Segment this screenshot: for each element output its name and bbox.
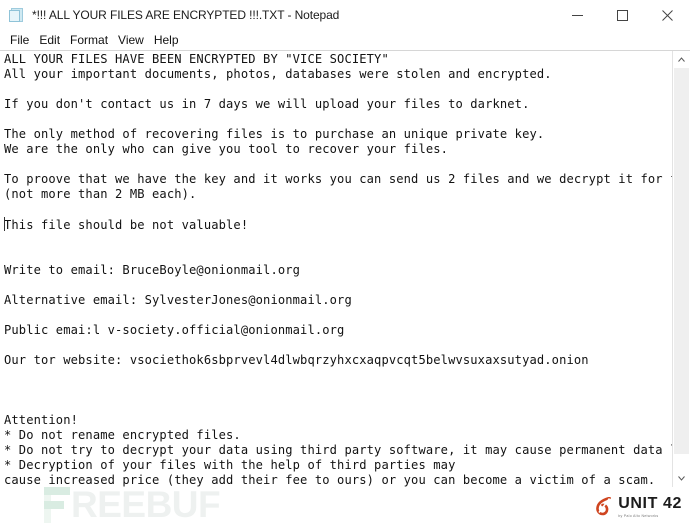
editor-area: ALL YOUR FILES HAVE BEEN ENCRYPTED BY "V… (0, 50, 690, 487)
chevron-up-icon (678, 57, 685, 62)
unit42-watermark: UNIT 42 by Palo Alto Networks (596, 496, 682, 519)
vertical-scrollbar[interactable] (672, 51, 690, 487)
menu-item-file[interactable]: File (5, 30, 34, 50)
scroll-up-button[interactable] (673, 51, 690, 68)
title-bar[interactable]: *!!! ALL YOUR FILES ARE ENCRYPTED !!!.TX… (0, 0, 690, 30)
menu-item-format[interactable]: Format (65, 30, 113, 50)
menu-item-view[interactable]: View (113, 30, 149, 50)
notepad-window: *!!! ALL YOUR FILES ARE ENCRYPTED !!!.TX… (0, 0, 690, 487)
close-icon (662, 9, 673, 21)
unit42-flame-icon (596, 497, 613, 516)
scroll-down-button[interactable] (673, 470, 690, 487)
menu-item-help[interactable]: Help (149, 30, 184, 50)
freebuf-bracket-icon (44, 487, 70, 523)
window-title: *!!! ALL YOUR FILES ARE ENCRYPTED !!!.TX… (32, 8, 340, 22)
window-controls (555, 0, 690, 30)
menu-bar: File Edit Format View Help (0, 30, 690, 50)
freebuf-wordmark: REEBUF (71, 484, 221, 525)
unit42-name: UNIT 42 (618, 495, 682, 512)
unit42-wordmark: UNIT 42 by Palo Alto Networks (618, 496, 682, 519)
notepad-document-icon (9, 7, 25, 23)
minimize-icon (572, 14, 583, 16)
scrollbar-track[interactable] (673, 68, 690, 470)
unit42-tagline: by Palo Alto Networks (618, 514, 659, 518)
maximize-icon (617, 9, 628, 21)
freebuf-watermark: REEBUF (44, 483, 221, 527)
text-caret (4, 217, 5, 231)
close-button[interactable] (645, 0, 690, 30)
chevron-down-icon (678, 476, 685, 481)
menu-item-edit[interactable]: Edit (34, 30, 65, 50)
scrollbar-thumb[interactable] (674, 68, 689, 454)
maximize-button[interactable] (600, 0, 645, 30)
minimize-button[interactable] (555, 0, 600, 30)
text-editor[interactable]: ALL YOUR FILES HAVE BEEN ENCRYPTED BY "V… (0, 51, 672, 487)
ransom-note-text: ALL YOUR FILES HAVE BEEN ENCRYPTED BY "V… (4, 52, 672, 487)
